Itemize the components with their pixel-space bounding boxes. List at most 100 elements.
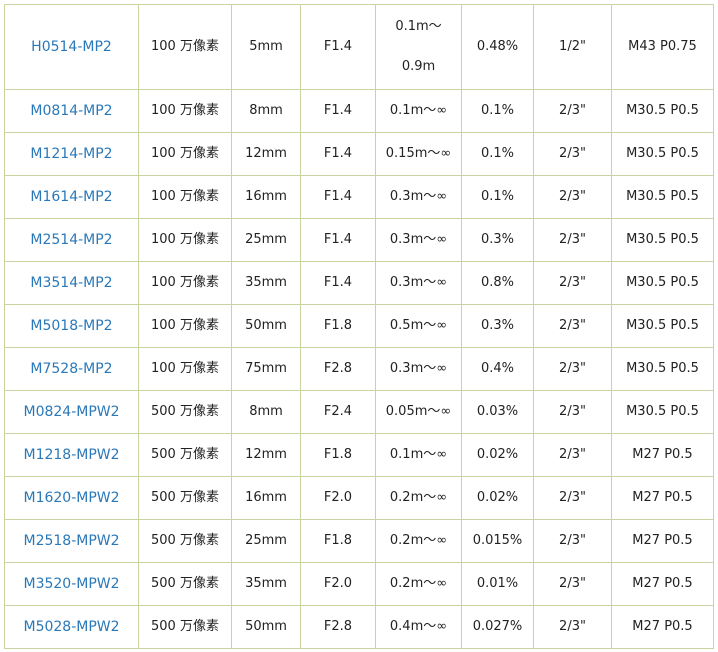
aperture-cell: F2.8: [300, 605, 376, 649]
working-distance-cell: 0.3m～∞: [375, 175, 462, 219]
focal-length-cell: 35mm: [231, 261, 301, 305]
sensor-format-cell: 2/3": [533, 347, 612, 391]
aperture-cell: F1.4: [300, 261, 376, 305]
distortion-cell: 0.03%: [461, 390, 534, 434]
sensor-format-cell: 2/3": [533, 218, 612, 262]
focal-length-cell: 35mm: [231, 562, 301, 606]
model-cell: M5018-MP2: [4, 304, 139, 348]
resolution-cell: 500 万像素: [138, 476, 232, 520]
model-cell: M0814-MP2: [4, 89, 139, 133]
working-distance-cell: 0.05m～∞: [375, 390, 462, 434]
model-cell: M1214-MP2: [4, 132, 139, 176]
distortion-cell: 0.015%: [461, 519, 534, 563]
focal-length-cell: 8mm: [231, 89, 301, 133]
aperture-cell: F1.4: [300, 4, 376, 90]
resolution-cell: 100 万像素: [138, 89, 232, 133]
focal-length-cell: 16mm: [231, 476, 301, 520]
focal-length-cell: 50mm: [231, 605, 301, 649]
working-distance-cell: 0.2m～∞: [375, 562, 462, 606]
sensor-format-cell: 2/3": [533, 132, 612, 176]
thread-cell: M27 P0.5: [611, 519, 714, 563]
distortion-cell: 0.8%: [461, 261, 534, 305]
thread-cell: M30.5 P0.5: [611, 390, 714, 434]
resolution-cell: 500 万像素: [138, 519, 232, 563]
focal-length-cell: 12mm: [231, 433, 301, 477]
model-cell: M2514-MP2: [4, 218, 139, 262]
resolution-cell: 100 万像素: [138, 175, 232, 219]
thread-cell: M27 P0.5: [611, 562, 714, 606]
thread-cell: M27 P0.5: [611, 605, 714, 649]
distortion-cell: 0.48%: [461, 4, 534, 90]
sensor-format-cell: 2/3": [533, 605, 612, 649]
focal-length-cell: 5mm: [231, 4, 301, 90]
working-distance-cell: 0.1m～ 0.9m: [375, 4, 462, 90]
spec-table-container: H0514-MP2 100 万像素 5mm F1.4 0.1m～ 0.9m 0.…: [4, 4, 714, 649]
model-cell: M1620-MPW2: [4, 476, 139, 520]
working-distance-line-1: 0.1m～: [395, 19, 442, 34]
focal-length-cell: 25mm: [231, 519, 301, 563]
table-row: M7528-MP2 100 万像素 75mm F2.8 0.3m～∞ 0.4% …: [4, 347, 714, 391]
table-row: M2518-MPW2 500 万像素 25mm F1.8 0.2m～∞ 0.01…: [4, 519, 714, 563]
aperture-cell: F1.8: [300, 304, 376, 348]
sensor-format-cell: 2/3": [533, 89, 612, 133]
table-row: M3520-MPW2 500 万像素 35mm F2.0 0.2m～∞ 0.01…: [4, 562, 714, 606]
model-cell: M1614-MP2: [4, 175, 139, 219]
lens-spec-table: H0514-MP2 100 万像素 5mm F1.4 0.1m～ 0.9m 0.…: [4, 4, 714, 649]
distortion-cell: 0.3%: [461, 218, 534, 262]
thread-cell: M43 P0.75: [611, 4, 714, 90]
resolution-cell: 500 万像素: [138, 562, 232, 606]
thread-cell: M30.5 P0.5: [611, 89, 714, 133]
model-cell: M3520-MPW2: [4, 562, 139, 606]
aperture-cell: F1.4: [300, 175, 376, 219]
table-row: M1614-MP2 100 万像素 16mm F1.4 0.3m～∞ 0.1% …: [4, 175, 714, 219]
distortion-cell: 0.027%: [461, 605, 534, 649]
thread-cell: M27 P0.5: [611, 433, 714, 477]
aperture-cell: F1.4: [300, 132, 376, 176]
focal-length-cell: 12mm: [231, 132, 301, 176]
working-distance-line-2: 0.9m: [401, 59, 436, 74]
distortion-cell: 0.1%: [461, 89, 534, 133]
resolution-cell: 500 万像素: [138, 433, 232, 477]
focal-length-cell: 75mm: [231, 347, 301, 391]
model-cell: M3514-MP2: [4, 261, 139, 305]
table-row: H0514-MP2 100 万像素 5mm F1.4 0.1m～ 0.9m 0.…: [4, 4, 714, 90]
resolution-cell: 500 万像素: [138, 605, 232, 649]
table-row: M0814-MP2 100 万像素 8mm F1.4 0.1m～∞ 0.1% 2…: [4, 89, 714, 133]
focal-length-cell: 16mm: [231, 175, 301, 219]
aperture-cell: F1.8: [300, 519, 376, 563]
resolution-cell: 100 万像素: [138, 304, 232, 348]
thread-cell: M30.5 P0.5: [611, 347, 714, 391]
table-row: M1620-MPW2 500 万像素 16mm F2.0 0.2m～∞ 0.02…: [4, 476, 714, 520]
working-distance-cell: 0.1m～∞: [375, 433, 462, 477]
table-row: M5018-MP2 100 万像素 50mm F1.8 0.5m～∞ 0.3% …: [4, 304, 714, 348]
focal-length-cell: 8mm: [231, 390, 301, 434]
distortion-cell: 0.02%: [461, 433, 534, 477]
aperture-cell: F2.4: [300, 390, 376, 434]
sensor-format-cell: 2/3": [533, 519, 612, 563]
resolution-cell: 100 万像素: [138, 132, 232, 176]
distortion-cell: 0.3%: [461, 304, 534, 348]
table-row: M1218-MPW2 500 万像素 12mm F1.8 0.1m～∞ 0.02…: [4, 433, 714, 477]
aperture-cell: F2.0: [300, 562, 376, 606]
working-distance-cell: 0.2m～∞: [375, 476, 462, 520]
aperture-cell: F2.0: [300, 476, 376, 520]
sensor-format-cell: 2/3": [533, 390, 612, 434]
table-row: M1214-MP2 100 万像素 12mm F1.4 0.15m～∞ 0.1%…: [4, 132, 714, 176]
working-distance-cell: 0.3m～∞: [375, 218, 462, 262]
focal-length-cell: 50mm: [231, 304, 301, 348]
sensor-format-cell: 2/3": [533, 175, 612, 219]
working-distance-cell: 0.4m～∞: [375, 605, 462, 649]
resolution-cell: 100 万像素: [138, 261, 232, 305]
thread-cell: M30.5 P0.5: [611, 175, 714, 219]
model-cell: M7528-MP2: [4, 347, 139, 391]
thread-cell: M27 P0.5: [611, 476, 714, 520]
distortion-cell: 0.1%: [461, 132, 534, 176]
distortion-cell: 0.1%: [461, 175, 534, 219]
model-cell: M5028-MPW2: [4, 605, 139, 649]
working-distance-cell: 0.1m～∞: [375, 89, 462, 133]
aperture-cell: F1.8: [300, 433, 376, 477]
sensor-format-cell: 1/2": [533, 4, 612, 90]
resolution-cell: 100 万像素: [138, 4, 232, 90]
aperture-cell: F1.4: [300, 218, 376, 262]
thread-cell: M30.5 P0.5: [611, 218, 714, 262]
